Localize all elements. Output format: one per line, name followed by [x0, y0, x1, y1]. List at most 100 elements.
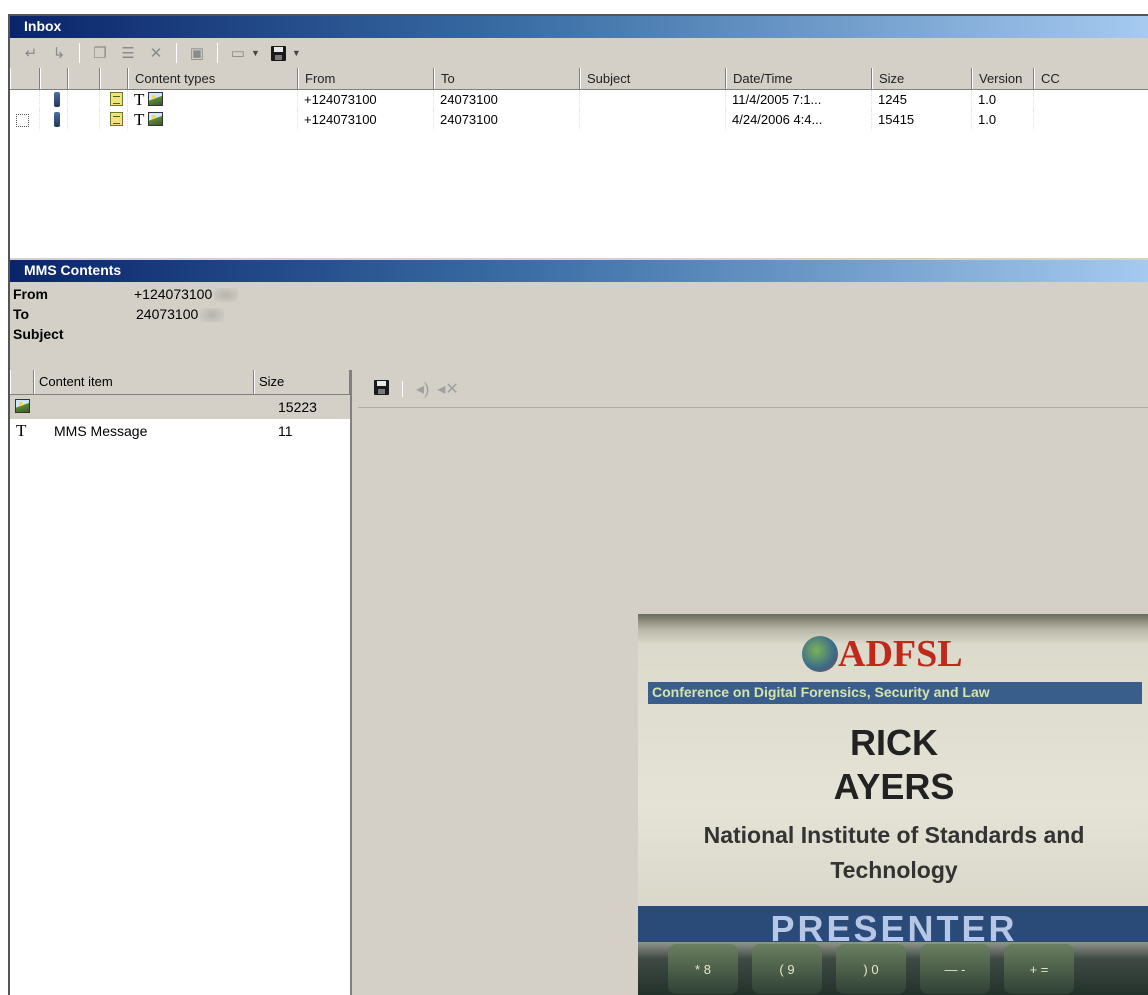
content-items-header: Content item Size	[10, 370, 350, 395]
mms-title-bar: MMS Contents	[10, 260, 1148, 282]
col-content-types[interactable]: Content types	[128, 68, 298, 89]
open-dropdown-arrow[interactable]: ▼	[251, 48, 260, 58]
toolbar-separator	[217, 43, 218, 63]
col-content-item[interactable]: Content item	[34, 370, 254, 394]
toolbar-separator	[79, 43, 80, 63]
inbox-table-header: Content types From To Subject Date/Time …	[10, 68, 1148, 90]
image-type-icon	[148, 92, 164, 106]
text-type-icon: T	[134, 90, 145, 109]
item-icon-cell: T	[10, 422, 34, 439]
col-select[interactable]	[10, 68, 40, 89]
toolbar-separator	[402, 380, 403, 397]
message-icon	[110, 112, 123, 126]
to-value-text: 24073100	[136, 306, 199, 322]
from-label: From	[13, 286, 48, 302]
keyboard-key: ( 9	[752, 944, 822, 994]
list-item[interactable]: 15223	[10, 395, 350, 419]
col-from[interactable]: From	[298, 68, 434, 89]
viewer-toolbar: ◂) ◂✕	[358, 370, 1148, 408]
size-cell: 15415	[872, 110, 972, 130]
row-select-cell[interactable]	[10, 90, 40, 110]
phone-icon	[53, 92, 60, 107]
from-value: +124073100	[134, 286, 239, 303]
version-cell: 1.0	[972, 110, 1034, 130]
image-icon	[15, 399, 30, 413]
delete-icon[interactable]: ✕	[143, 42, 169, 64]
photo-org-line2: Technology	[830, 857, 958, 883]
col-cc[interactable]: CC	[1034, 68, 1148, 89]
row-status-cell	[68, 110, 100, 130]
app-window: Inbox ↵ ↳ ❐ ☰ ✕ ▣ ▭ ▼ ▼ Content types Fr…	[8, 14, 1148, 995]
message-icon	[110, 92, 123, 106]
from-cell: +124073100	[298, 90, 434, 110]
save-dropdown-arrow[interactable]: ▼	[292, 48, 301, 58]
from-value-text: +124073100	[134, 286, 213, 302]
phone-icon	[53, 112, 60, 127]
photo-name-first: RICK	[850, 722, 938, 763]
to-cell: 24073100	[434, 110, 580, 130]
size-cell: 1245	[872, 90, 972, 110]
mute-icon[interactable]: ◂✕	[437, 379, 458, 399]
globe-logo-icon	[802, 636, 838, 672]
col-device[interactable]	[40, 68, 68, 89]
keyboard-key: ) 0	[836, 944, 906, 994]
properties-icon[interactable]: ☰	[115, 42, 141, 64]
inbox-title: Inbox	[24, 18, 62, 34]
item-name: MMS Message	[54, 423, 148, 439]
col-item-size[interactable]: Size	[254, 370, 350, 394]
photo-banner: Conference on Digital Forensics, Securit…	[648, 682, 1142, 704]
content-viewer: ◂) ◂✕ ADFSL Conference on Digital Forens…	[358, 370, 1148, 995]
item-size: 11	[278, 423, 293, 439]
to-value: 24073100	[136, 306, 225, 323]
speaker-icon[interactable]: ◂)	[416, 379, 429, 399]
photo-keyboard: * 8 ( 9 ) 0 — - + =	[638, 944, 1148, 995]
inbox-table: Content types From To Subject Date/Time …	[10, 68, 1148, 258]
col-item-icon[interactable]	[10, 370, 34, 394]
keyboard-key: * 8	[668, 944, 738, 994]
col-subject[interactable]: Subject	[580, 68, 726, 89]
toolbar-separator	[176, 43, 177, 63]
mms-image-preview: ADFSL Conference on Digital Forensics, S…	[638, 614, 1148, 995]
col-size[interactable]: Size	[872, 68, 972, 89]
subject-cell	[580, 110, 726, 130]
inbox-title-bar: Inbox	[10, 16, 1148, 38]
list-item[interactable]: T MMS Message 11	[10, 419, 350, 443]
row-status-cell	[68, 90, 100, 110]
col-to[interactable]: To	[434, 68, 580, 89]
col-datetime[interactable]: Date/Time	[726, 68, 872, 89]
col-status[interactable]	[68, 68, 100, 89]
col-read[interactable]	[100, 68, 128, 89]
from-cell: +124073100	[298, 110, 434, 130]
keyboard-key: + =	[1004, 944, 1074, 994]
copy-icon[interactable]: ❐	[87, 42, 113, 64]
to-cell: 24073100	[434, 90, 580, 110]
export-icon[interactable]: ▣	[184, 42, 210, 64]
row-select-cell[interactable]	[10, 110, 40, 130]
version-cell: 1.0	[972, 90, 1034, 110]
save-icon[interactable]	[266, 42, 292, 64]
row-read-cell	[100, 110, 128, 130]
row-checkbox[interactable]	[16, 114, 29, 127]
forward-icon[interactable]: ↳	[46, 42, 72, 64]
col-version[interactable]: Version	[972, 68, 1034, 89]
content-types-cell: T	[128, 110, 298, 130]
mms-title: MMS Contents	[24, 262, 122, 278]
inbox-toolbar: ↵ ↳ ❐ ☰ ✕ ▣ ▭ ▼ ▼	[10, 38, 1148, 68]
cc-cell	[1034, 110, 1148, 130]
datetime-cell: 4/24/2006 4:4...	[726, 110, 872, 130]
open-folder-icon[interactable]: ▭	[225, 42, 251, 64]
table-row[interactable]: T +124073100 24073100 4/24/2006 4:4... 1…	[10, 110, 1148, 130]
save-icon[interactable]	[374, 379, 389, 398]
mms-header-fields: From +124073100 To 24073100 Subject	[10, 284, 1148, 368]
text-type-icon: T	[134, 110, 145, 129]
subject-label: Subject	[13, 326, 64, 342]
redaction-smudge	[214, 288, 239, 303]
content-items-list: Content item Size 15223 T MMS Message 11	[10, 370, 352, 995]
keyboard-key: — -	[920, 944, 990, 994]
reply-icon[interactable]: ↵	[18, 42, 44, 64]
row-read-cell	[100, 90, 128, 110]
photo-org-line1: National Institute of Standards and	[703, 822, 1085, 848]
item-icon-cell	[10, 399, 34, 415]
row-device-cell	[40, 110, 68, 130]
table-row[interactable]: T +124073100 24073100 11/4/2005 7:1... 1…	[10, 90, 1148, 110]
